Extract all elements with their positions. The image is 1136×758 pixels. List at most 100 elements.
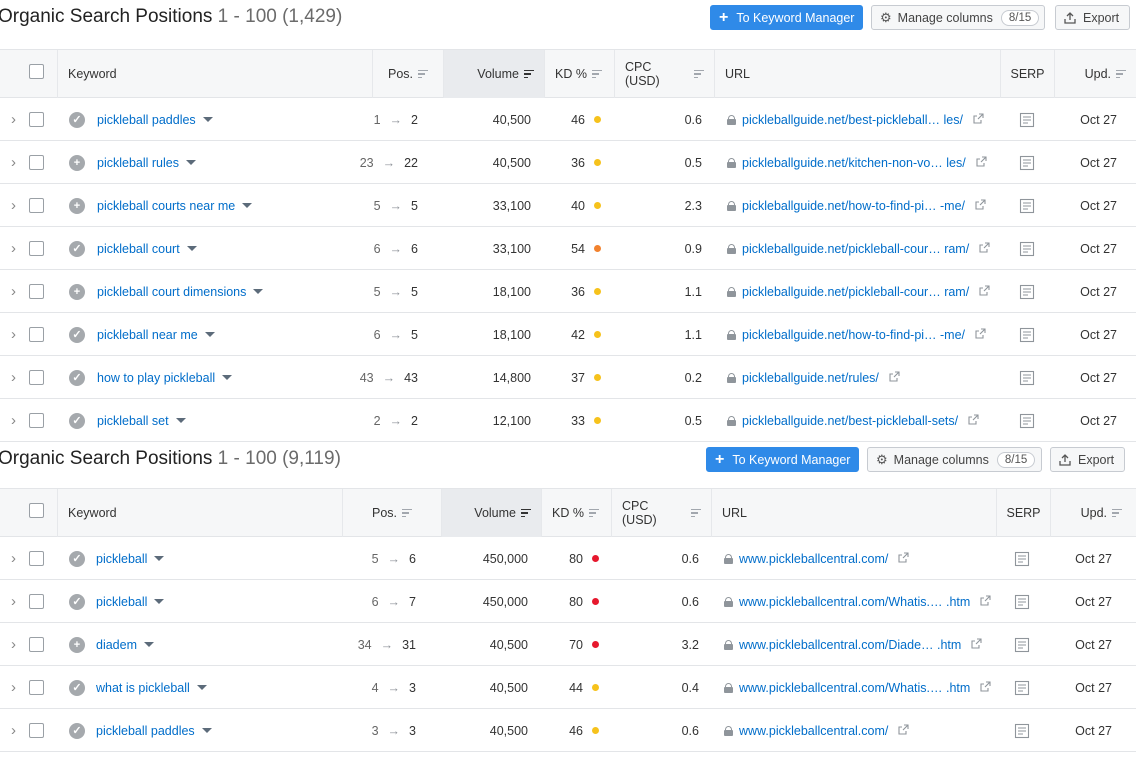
chevron-down-icon[interactable] — [202, 117, 213, 122]
to-keyword-manager-button[interactable]: + To Keyword Manager — [710, 5, 863, 30]
chevron-down-icon[interactable] — [242, 203, 253, 208]
keyword-link[interactable]: how to play pickleball — [97, 371, 215, 385]
sort-icon[interactable] — [521, 507, 531, 520]
export-button[interactable]: Export — [1055, 5, 1130, 30]
chevron-down-icon[interactable] — [154, 599, 165, 604]
chevron-down-icon[interactable] — [196, 685, 207, 690]
export-button[interactable]: Export — [1050, 447, 1125, 472]
keyword-link[interactable]: pickleball — [96, 595, 147, 609]
url-link[interactable]: www.pickleballcentral.com/Whatis.… .htm — [739, 681, 970, 695]
keyword-link[interactable]: pickleball courts near me — [97, 199, 235, 213]
row-checkbox[interactable] — [29, 370, 44, 385]
serp-icon[interactable] — [1019, 399, 1035, 442]
column-header-position[interactable]: Pos. — [372, 50, 443, 98]
sort-icon[interactable] — [1112, 507, 1122, 520]
chevron-right-icon[interactable]: › — [11, 356, 16, 399]
sort-icon[interactable] — [418, 68, 428, 81]
sort-icon[interactable] — [591, 68, 602, 81]
serp-icon[interactable] — [1014, 623, 1030, 666]
chevron-right-icon[interactable]: › — [11, 709, 16, 752]
keyword-link[interactable]: pickleball near me — [97, 328, 198, 342]
row-checkbox[interactable] — [29, 155, 44, 170]
chevron-right-icon[interactable]: › — [11, 580, 16, 623]
chevron-down-icon[interactable] — [144, 642, 154, 647]
row-checkbox[interactable] — [29, 112, 44, 127]
chevron-right-icon[interactable]: › — [11, 399, 16, 442]
row-checkbox[interactable] — [29, 637, 44, 652]
serp-icon[interactable] — [1019, 98, 1035, 141]
serp-icon[interactable] — [1019, 184, 1035, 227]
keyword-link[interactable]: pickleball — [96, 552, 147, 566]
serp-icon[interactable] — [1019, 270, 1035, 313]
chevron-right-icon[interactable]: › — [11, 141, 16, 184]
column-header-volume[interactable]: Volume — [443, 50, 544, 98]
serp-icon[interactable] — [1014, 666, 1030, 709]
url-link[interactable]: pickleballguide.net/best-pickleball… les… — [742, 113, 963, 127]
to-keyword-manager-button[interactable]: + To Keyword Manager — [706, 447, 859, 472]
sort-icon[interactable] — [691, 507, 701, 520]
external-link-icon[interactable] — [970, 680, 991, 695]
column-header-serp[interactable]: SERP — [996, 489, 1050, 537]
url-link[interactable]: www.pickleballcentral.com/Whatis.… .htm — [739, 595, 970, 609]
chevron-right-icon[interactable]: › — [11, 623, 16, 666]
external-link-icon[interactable] — [888, 551, 909, 566]
serp-icon[interactable] — [1019, 313, 1035, 356]
chevron-right-icon[interactable]: › — [11, 184, 16, 227]
sort-icon[interactable] — [588, 507, 599, 520]
url-link[interactable]: www.pickleballcentral.com/ — [739, 724, 888, 738]
serp-icon[interactable] — [1014, 580, 1030, 623]
keyword-link[interactable]: diadem — [96, 638, 137, 652]
external-link-icon[interactable] — [963, 112, 984, 127]
chevron-right-icon[interactable]: › — [11, 98, 16, 141]
chevron-down-icon[interactable] — [204, 332, 215, 337]
external-link-icon[interactable] — [966, 155, 987, 170]
chevron-down-icon[interactable] — [222, 375, 233, 380]
manage-columns-button[interactable]: ⚙ Manage columns 8/15 — [871, 5, 1045, 30]
manage-columns-button[interactable]: ⚙ Manage columns 8/15 — [867, 447, 1042, 472]
chevron-right-icon[interactable]: › — [11, 270, 16, 313]
url-link[interactable]: www.pickleballcentral.com/Diade… .htm — [739, 638, 961, 652]
external-link-icon[interactable] — [879, 370, 900, 385]
sort-icon[interactable] — [524, 68, 534, 81]
column-header-cpc[interactable]: CPC (USD) — [611, 489, 711, 537]
column-header-kd[interactable]: KD % — [544, 50, 614, 98]
column-header-url[interactable]: URL — [711, 489, 996, 537]
column-header-position[interactable]: Pos. — [342, 489, 441, 537]
external-link-icon[interactable] — [888, 723, 909, 738]
column-header-keyword[interactable]: Keyword — [57, 50, 372, 98]
column-header-keyword[interactable]: Keyword — [57, 489, 342, 537]
external-link-icon[interactable] — [961, 637, 982, 652]
serp-icon[interactable] — [1019, 356, 1035, 399]
url-link[interactable]: www.pickleballcentral.com/ — [739, 552, 888, 566]
row-checkbox[interactable] — [29, 284, 44, 299]
column-header-kd[interactable]: KD % — [541, 489, 611, 537]
chevron-down-icon[interactable] — [201, 728, 212, 733]
keyword-link[interactable]: pickleball court dimensions — [97, 285, 246, 299]
chevron-down-icon[interactable] — [253, 289, 264, 294]
serp-icon[interactable] — [1019, 227, 1035, 270]
sort-icon[interactable] — [402, 507, 412, 520]
chevron-right-icon[interactable]: › — [11, 537, 16, 580]
keyword-link[interactable]: pickleball paddles — [96, 724, 195, 738]
chevron-right-icon[interactable]: › — [11, 313, 16, 356]
row-checkbox[interactable] — [29, 327, 44, 342]
select-all-checkbox[interactable] — [29, 502, 44, 518]
url-link[interactable]: pickleballguide.net/pickleball-cour… ram… — [742, 242, 969, 256]
serp-icon[interactable] — [1019, 141, 1035, 184]
column-header-updated[interactable]: Upd. — [1054, 50, 1136, 98]
serp-icon[interactable] — [1014, 709, 1030, 752]
chevron-right-icon[interactable]: › — [11, 227, 16, 270]
chevron-down-icon[interactable] — [186, 246, 197, 251]
chevron-down-icon[interactable] — [185, 160, 196, 165]
keyword-link[interactable]: pickleball rules — [97, 156, 179, 170]
chevron-down-icon[interactable] — [175, 418, 186, 423]
row-checkbox[interactable] — [29, 413, 44, 428]
serp-icon[interactable] — [1014, 537, 1030, 580]
chevron-down-icon[interactable] — [154, 556, 165, 561]
url-link[interactable]: pickleballguide.net/how-to-find-pi… -me/ — [742, 328, 965, 342]
url-link[interactable]: pickleballguide.net/how-to-find-pi… -me/ — [742, 199, 965, 213]
row-checkbox[interactable] — [29, 241, 44, 256]
url-link[interactable]: pickleballguide.net/kitchen-non-vo… les/ — [742, 156, 966, 170]
keyword-link[interactable]: what is pickleball — [96, 681, 190, 695]
row-checkbox[interactable] — [29, 551, 44, 566]
